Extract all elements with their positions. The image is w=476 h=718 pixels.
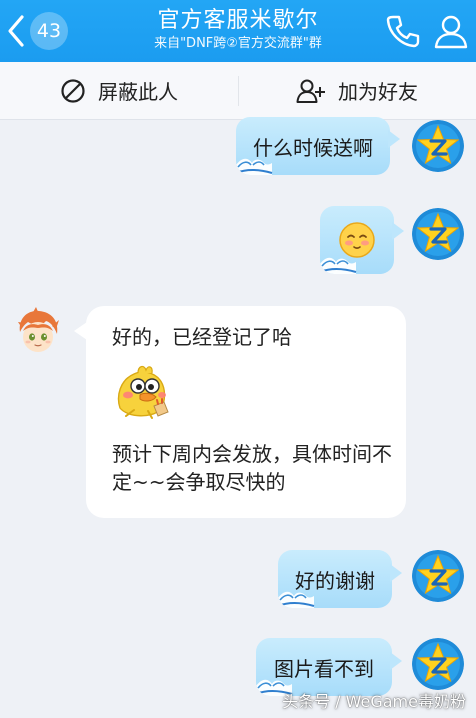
message-text: 图片看不到 bbox=[274, 656, 374, 681]
message-bubble-outgoing-emoji[interactable] bbox=[320, 206, 394, 274]
title-area: 官方客服米歇尔 来自"DNF跨②官方交流群"群 bbox=[120, 7, 356, 53]
add-friend-label: 加为好友 bbox=[338, 80, 418, 104]
back-button[interactable]: 43 bbox=[6, 12, 70, 50]
anime-character-avatar-icon bbox=[12, 306, 64, 358]
blush-face-emoji-icon bbox=[339, 222, 375, 258]
add-friend-icon bbox=[296, 79, 325, 103]
bubble-tail bbox=[388, 130, 400, 148]
contact-avatar[interactable] bbox=[12, 306, 64, 358]
block-user-label: 屏蔽此人 bbox=[98, 80, 178, 104]
self-avatar[interactable] bbox=[412, 638, 464, 690]
self-avatar[interactable] bbox=[412, 208, 464, 260]
qq-star-avatar-icon bbox=[412, 638, 464, 690]
bubble-tail bbox=[392, 222, 404, 240]
bubble-tail bbox=[390, 564, 402, 582]
action-bar: 屏蔽此人 加为好友 bbox=[0, 62, 476, 120]
qq-star-avatar-icon bbox=[412, 120, 464, 172]
message-bubble-outgoing[interactable]: 什么时候送啊 bbox=[236, 117, 390, 175]
chat-title: 官方客服米歇尔 bbox=[157, 8, 319, 33]
message-text: 好的谢谢 bbox=[295, 568, 375, 593]
qq-star-avatar-icon bbox=[412, 550, 464, 602]
watermark-text: 头条号 / WeGame毒奶粉 bbox=[282, 692, 466, 711]
chevron-left-icon bbox=[8, 15, 24, 47]
chat-header: 43 官方客服米歇尔 来自"DNF跨②官方交流群"群 bbox=[0, 0, 476, 62]
chat-subtitle: 来自"DNF跨②官方交流群"群 bbox=[154, 36, 322, 51]
self-avatar[interactable] bbox=[412, 120, 464, 172]
yellow-duck-sticker-icon bbox=[117, 365, 169, 419]
phone-icon[interactable] bbox=[384, 12, 422, 50]
bubble-tail bbox=[390, 652, 402, 670]
message-text: 好的，已经登记了哈 bbox=[112, 325, 292, 349]
block-icon bbox=[61, 78, 85, 103]
message-bubble-outgoing[interactable]: 好的谢谢 bbox=[278, 550, 392, 608]
add-friend-button[interactable]: 加为好友 bbox=[238, 62, 476, 119]
profile-icon[interactable] bbox=[432, 12, 470, 50]
self-avatar[interactable] bbox=[412, 550, 464, 602]
unread-count-badge: 43 bbox=[30, 12, 68, 50]
message-text: 预计下周内会发放，具体时间不定~~会争取尽快的 bbox=[112, 442, 392, 494]
qq-star-avatar-icon bbox=[412, 208, 464, 260]
block-user-button[interactable]: 屏蔽此人 bbox=[0, 62, 238, 119]
message-text: 什么时候送啊 bbox=[253, 135, 373, 160]
